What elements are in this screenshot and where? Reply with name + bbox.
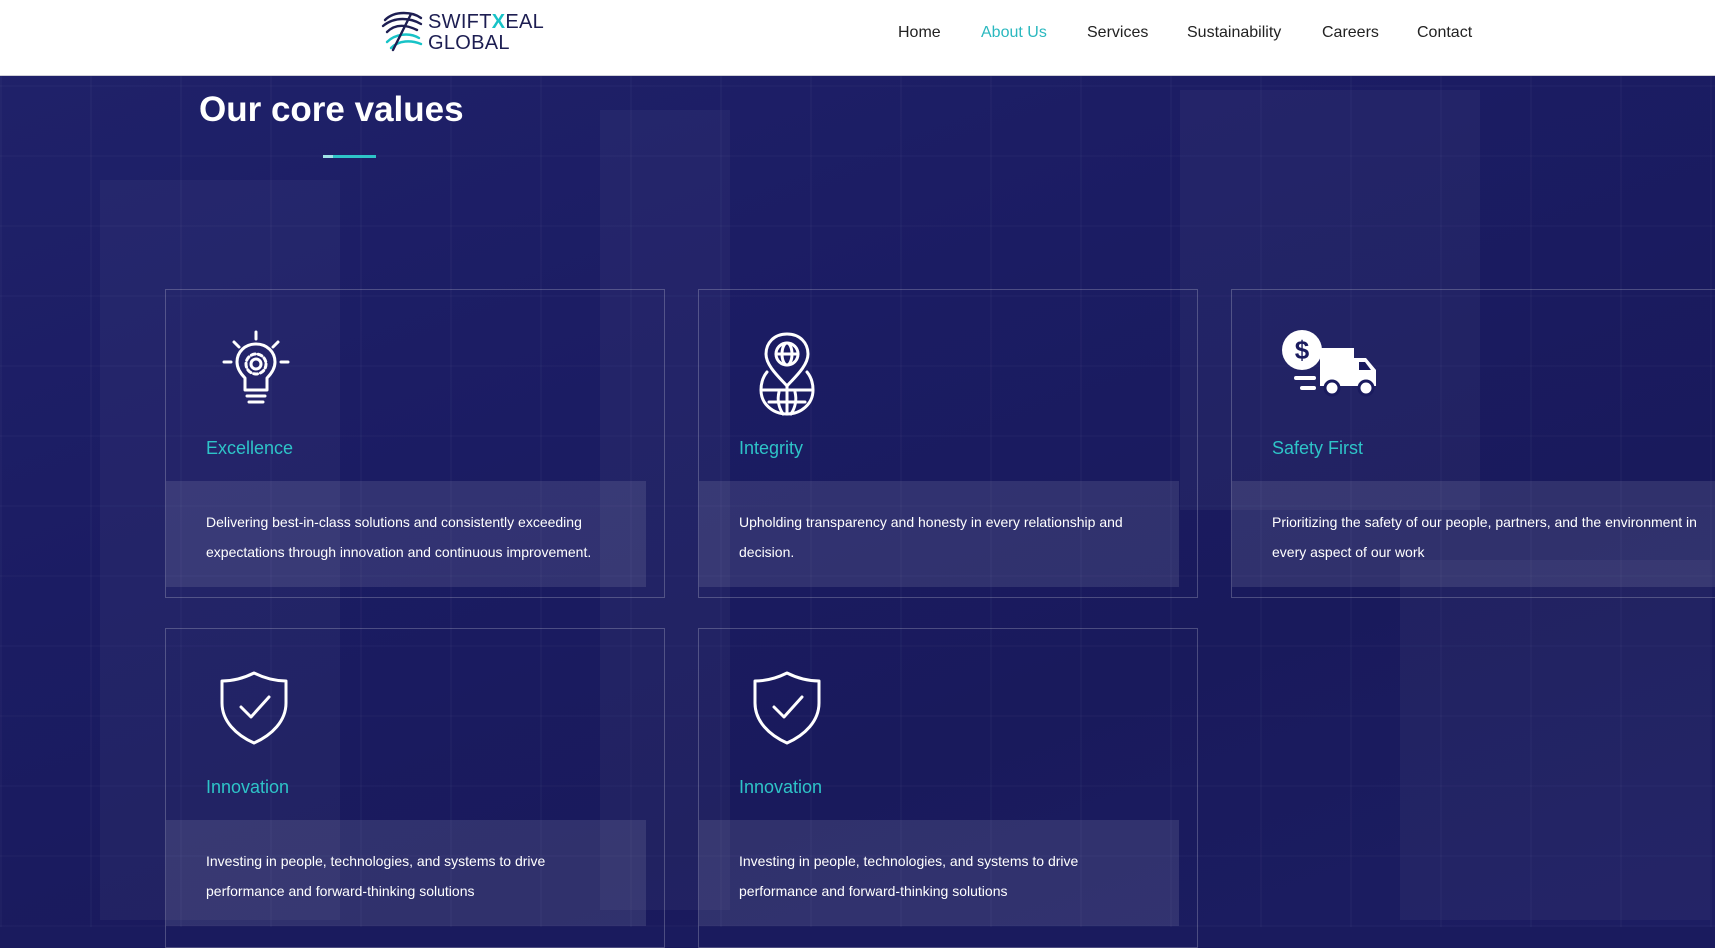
card-text: Investing in people, technologies, and s… bbox=[739, 853, 1079, 899]
card-body: Investing in people, technologies, and s… bbox=[166, 820, 646, 926]
nav-sustainability[interactable]: Sustainability bbox=[1187, 24, 1281, 42]
nav-about-us[interactable]: About Us bbox=[981, 24, 1047, 42]
title-underline bbox=[323, 155, 376, 158]
card-title: Integrity bbox=[739, 438, 804, 458]
card-text: Upholding transparency and honesty in ev… bbox=[739, 514, 1123, 560]
nav-services[interactable]: Services bbox=[1087, 24, 1148, 42]
card-body: Upholding transparency and honesty in ev… bbox=[699, 481, 1179, 587]
card-body: Prioritizing the safety of our people, p… bbox=[1232, 481, 1715, 587]
nav-home[interactable]: Home bbox=[898, 24, 941, 42]
card-text: Delivering best-in-class solutions and c… bbox=[206, 514, 592, 560]
logo[interactable]: SWIFTXEAL GLOBAL bbox=[379, 6, 544, 56]
site-header: SWIFTXEAL GLOBAL Home About Us Services … bbox=[0, 0, 1715, 76]
logo-text-top: SWIFTXEAL bbox=[428, 11, 545, 33]
bg-shape bbox=[1400, 560, 1710, 920]
section-title: Our core values bbox=[199, 90, 464, 129]
shield-check-icon bbox=[214, 667, 314, 757]
card-title: Innovation bbox=[739, 777, 823, 797]
value-card-innovation: Innovation Investing in people, technolo… bbox=[165, 628, 665, 948]
card-text: Prioritizing the safety of our people, p… bbox=[1272, 514, 1697, 560]
logo-text-bottom: GLOBAL bbox=[428, 32, 510, 54]
value-card-safety-first: $ Safety First Prioritizing the safety o… bbox=[1231, 289, 1715, 598]
logo-mark-icon bbox=[381, 11, 423, 52]
value-card-excellence: Excellence Delivering best-in-class solu… bbox=[165, 289, 665, 598]
card-text: Investing in people, technologies, and s… bbox=[206, 853, 546, 899]
card-title: Excellence bbox=[206, 438, 294, 458]
value-card-innovation: Innovation Investing in people, technolo… bbox=[698, 628, 1198, 948]
card-title: Safety First bbox=[1272, 438, 1364, 458]
nav-careers[interactable]: Careers bbox=[1322, 24, 1379, 42]
card-title: Innovation bbox=[206, 777, 290, 797]
card-body: Investing in people, technologies, and s… bbox=[699, 820, 1179, 926]
globe-pin-icon bbox=[747, 328, 847, 418]
value-card-integrity: Integrity Upholding transparency and hon… bbox=[698, 289, 1198, 598]
dollar-truck-icon: $ bbox=[1280, 328, 1380, 418]
card-body: Delivering best-in-class solutions and c… bbox=[166, 481, 646, 587]
shield-check-icon bbox=[747, 667, 847, 757]
svg-text:$: $ bbox=[1295, 335, 1310, 365]
lightbulb-gear-icon bbox=[214, 328, 314, 418]
nav-contact[interactable]: Contact bbox=[1417, 24, 1472, 42]
